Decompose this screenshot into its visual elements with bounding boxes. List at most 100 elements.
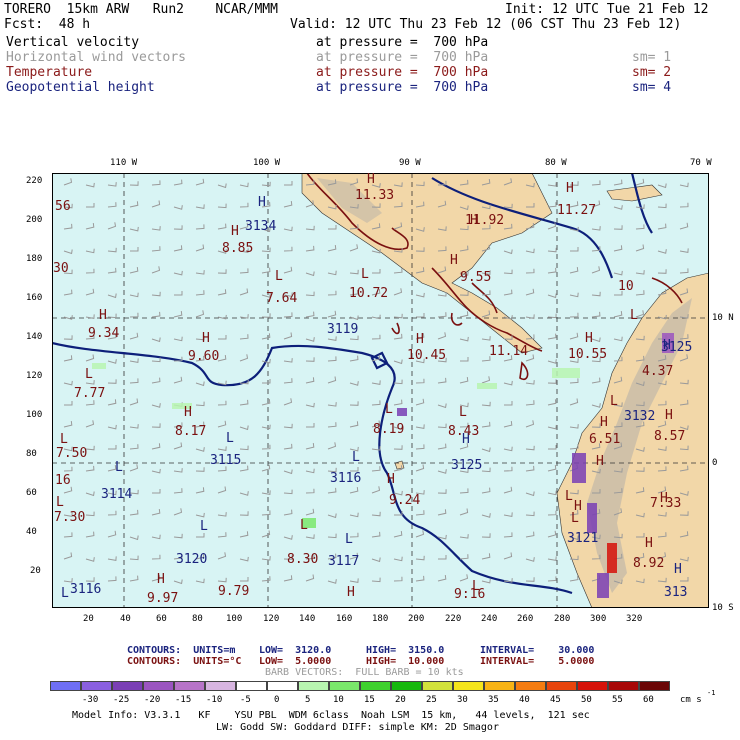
height-label: 3119 [327, 322, 359, 337]
height-label: 3120 [176, 552, 208, 567]
field-smoothing: sm= 4 [632, 80, 672, 95]
temp-label: 7.30 [54, 510, 86, 525]
high-marker: H [566, 181, 574, 196]
lat-label: 10 S [712, 603, 734, 613]
x-tick: 260 [517, 614, 534, 624]
init-time: Init: 12 UTC Tue 21 Feb 12 [505, 2, 709, 17]
temp-label: 11.27 [557, 203, 597, 218]
temp-label: 9.34 [88, 326, 120, 341]
field-name: Temperature [6, 65, 93, 80]
field-level: at pressure = 700 hPa [316, 65, 489, 80]
height-label: 3121 [567, 531, 599, 546]
low-marker: L [459, 405, 467, 420]
height-label: 3125 [451, 458, 483, 473]
height-label: 3116 [330, 471, 362, 486]
low-marker: L [61, 586, 69, 601]
x-tick: 220 [445, 614, 462, 624]
low-marker: L [85, 367, 93, 382]
lon-label: 90 W [399, 158, 421, 168]
colorbar-swatch [577, 681, 608, 691]
colorbar-tick-label: -20 [144, 695, 161, 705]
colorbar-tick-label: 35 [488, 695, 499, 705]
colorbar-tick-label: 45 [550, 695, 561, 705]
temp-label: 9.79 [218, 584, 250, 599]
colorbar-swatch [391, 681, 422, 691]
valid-time: Valid: 12 UTC Thu 23 Feb 12 (06 CST Thu … [290, 17, 682, 32]
x-tick: 320 [626, 614, 643, 624]
high-marker: H [258, 195, 266, 210]
colorbar-swatch [608, 681, 639, 691]
contour-height-units: CONTOURS: UNITS=m [127, 645, 236, 656]
y-tick: 160 [26, 293, 43, 303]
height-label: 3115 [210, 453, 242, 468]
lat-label: 0 [712, 458, 718, 468]
temp-label: 4.37 [642, 364, 674, 379]
field-level: at pressure = 700 hPa [316, 50, 489, 65]
barb-legend: BARB VECTORS: FULL BARB = 10 kts [265, 667, 464, 678]
low-marker: L [200, 519, 208, 534]
colorbar-units: cm s [680, 695, 702, 705]
high-marker: H [585, 331, 593, 346]
field-level: at pressure = 700 hPa [316, 80, 489, 95]
contour-temp-high: HIGH= 10.000 [366, 656, 445, 667]
temp-label: 9:16 [454, 587, 486, 602]
x-tick: 240 [481, 614, 498, 624]
height-label: 313 [664, 585, 688, 600]
low-marker: L [345, 532, 353, 547]
colorbar-tick-label: -10 [206, 695, 223, 705]
colorbar-swatch [81, 681, 112, 691]
forecast-hour: Fcst: 48 h [4, 17, 91, 32]
field-name: Geopotential height [6, 80, 155, 95]
lat-label: 10 N [712, 313, 734, 323]
lon-label: 110 W [110, 158, 138, 168]
low-marker: L [361, 267, 369, 282]
temp-label: 7.77 [74, 386, 106, 401]
low-marker: L [571, 511, 579, 526]
height-label: 3134 [245, 219, 277, 234]
y-tick: 100 [26, 410, 43, 420]
height-label: 3116 [70, 582, 102, 597]
y-tick: 140 [26, 332, 43, 342]
low-marker: L [226, 431, 234, 446]
y-tick: 200 [26, 215, 43, 225]
weather-map [52, 173, 709, 608]
height-label: 3125 [661, 340, 693, 355]
low-marker: L [56, 495, 64, 510]
temp-label: 9.60 [188, 349, 220, 364]
colorbar-tick-label: 25 [426, 695, 437, 705]
colorbar-swatch [50, 681, 81, 691]
x-tick: 160 [336, 614, 353, 624]
colorbar-tick-label: 50 [581, 695, 592, 705]
colorbar-tick-label: 15 [364, 695, 375, 705]
temp-label: 10 [618, 279, 634, 294]
colorbar-tick-label: 40 [519, 695, 530, 705]
field-smoothing: sm= 2 [632, 65, 672, 80]
high-marker: H [202, 331, 210, 346]
high-marker: H [231, 224, 239, 239]
x-tick: 120 [263, 614, 280, 624]
temp-label: 7.33 [650, 496, 682, 511]
field-name: Horizontal wind vectors [6, 50, 187, 65]
colorbar-tick-label: 0 [274, 695, 280, 705]
high-marker: H [450, 253, 458, 268]
colorbar-swatch [639, 681, 670, 691]
y-tick: 220 [26, 176, 43, 186]
high-marker: H [416, 332, 424, 347]
temp-label: 8.43 [448, 424, 480, 439]
colorbar-swatch [236, 681, 267, 691]
temp-label: 7.50 [56, 446, 88, 461]
high-marker: H [645, 536, 653, 551]
contour-height-interval: INTERVAL= 30.000 [480, 645, 595, 656]
colorbar-swatch [205, 681, 236, 691]
colorbar-swatch [112, 681, 143, 691]
x-tick: 200 [408, 614, 425, 624]
high-marker: H [387, 472, 395, 487]
contour-height-high: HIGH= 3150.0 [366, 645, 445, 656]
temp-label: 11.92 [465, 213, 505, 228]
y-tick: 20 [30, 566, 41, 576]
height-label: 3114 [101, 487, 133, 502]
low-marker: L [565, 489, 573, 504]
field-smoothing: sm= 1 [632, 50, 672, 65]
colorbar-tick-label: -5 [240, 695, 251, 705]
low-marker: L [275, 269, 283, 284]
